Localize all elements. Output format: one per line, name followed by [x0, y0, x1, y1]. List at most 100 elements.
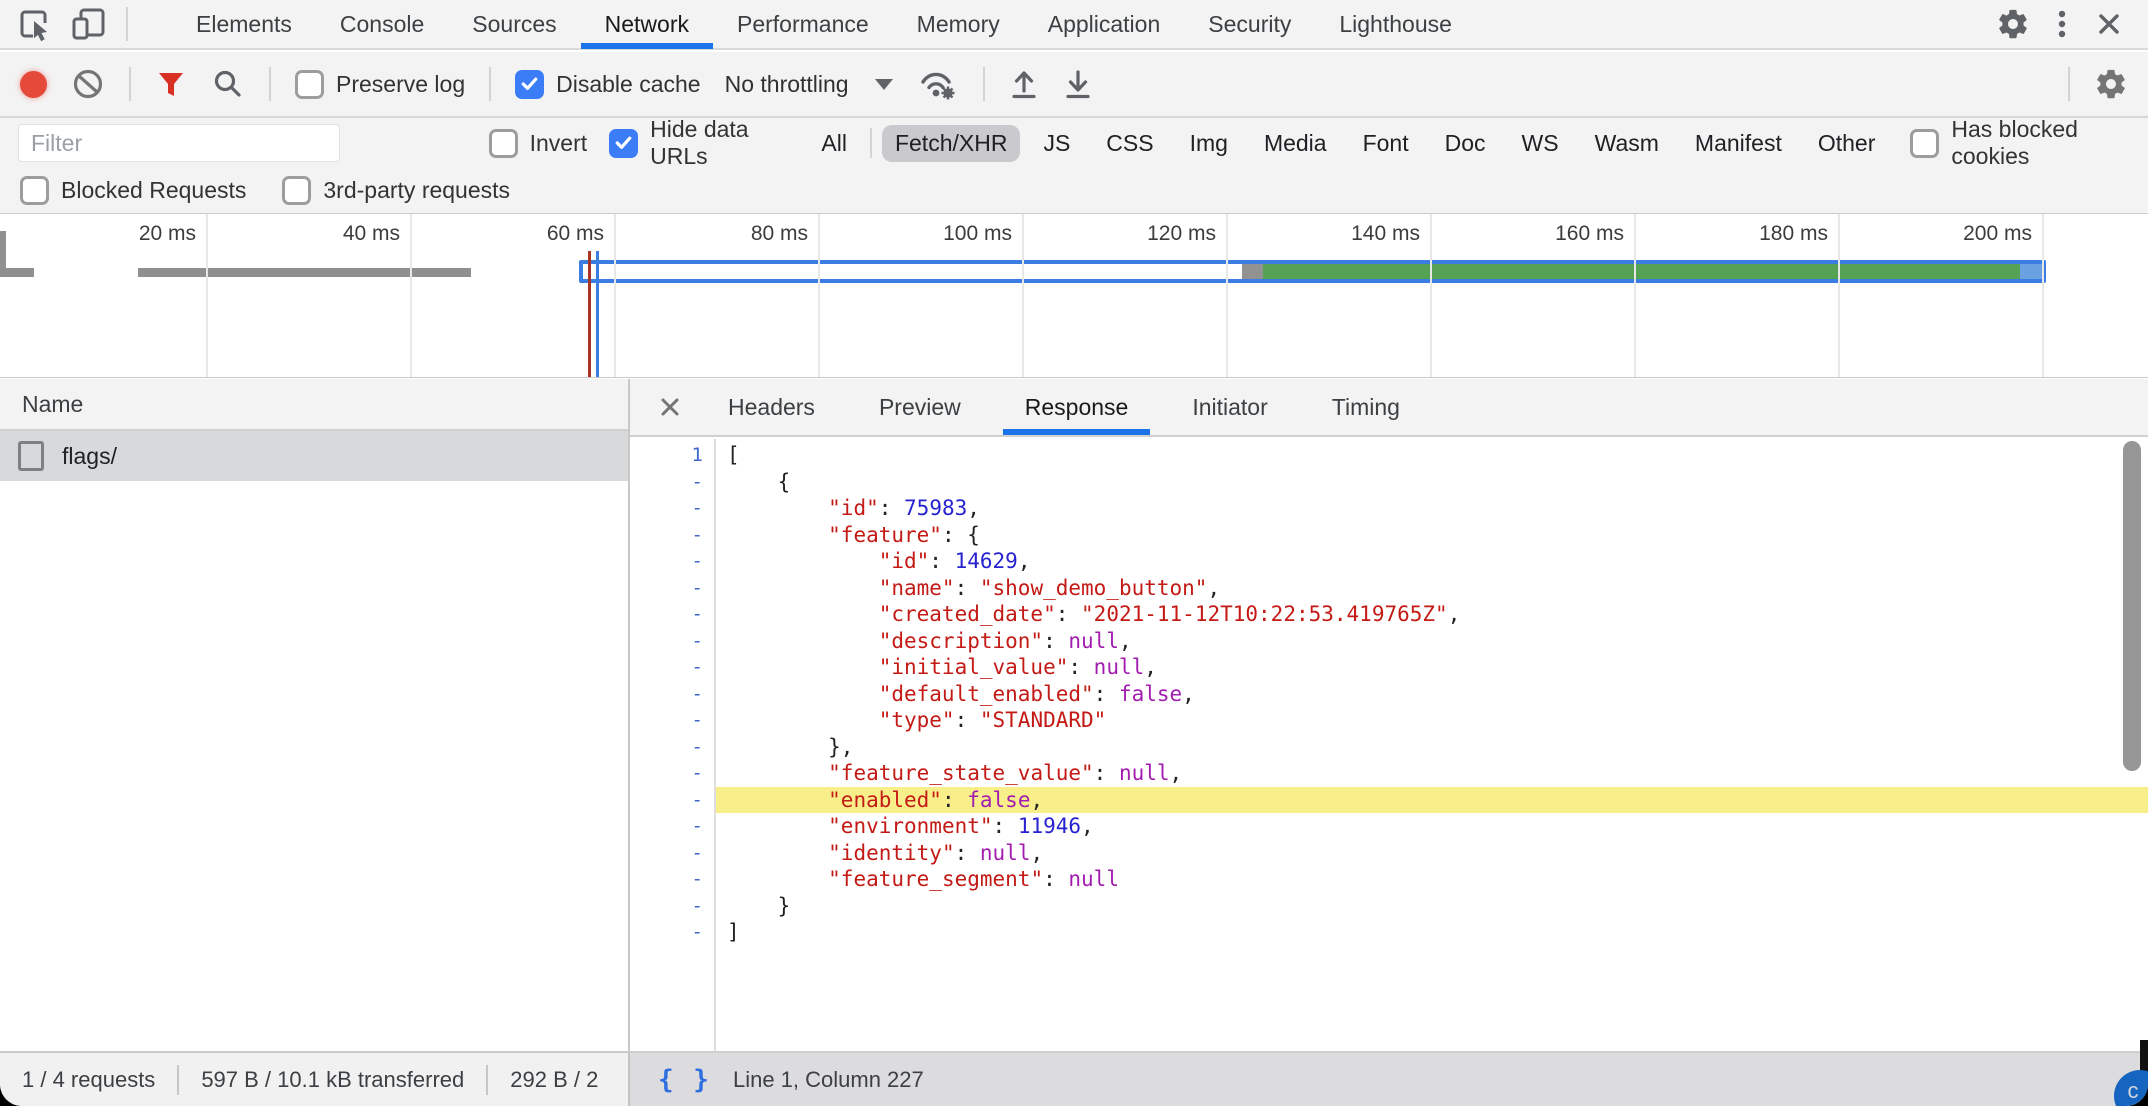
record-network-log-icon[interactable] — [20, 71, 47, 98]
has-blocked-cookies-checkbox[interactable]: Has blocked cookies — [1910, 116, 2130, 170]
type-filter-css[interactable]: CSS — [1093, 125, 1166, 162]
network-overview-timeline[interactable]: 20 ms40 ms60 ms80 ms100 ms120 ms140 ms16… — [0, 213, 2148, 378]
checkbox[interactable] — [489, 129, 518, 158]
type-filter-ws[interactable]: WS — [1509, 125, 1572, 162]
third-party-requests-checkbox[interactable]: 3rd-party requests — [282, 176, 510, 205]
checkbox[interactable] — [515, 70, 544, 99]
network-filter-bar-2: Blocked Requests 3rd-party requests — [0, 168, 2148, 213]
tab-network[interactable]: Network — [581, 0, 713, 49]
checkbox[interactable] — [295, 70, 324, 99]
third-party-requests-label: 3rd-party requests — [323, 177, 510, 204]
invert-checkbox[interactable]: Invert — [489, 129, 588, 158]
bar-segment-content — [1263, 264, 2020, 279]
tab-console[interactable]: Console — [316, 0, 448, 49]
export-har-icon[interactable] — [1063, 67, 1093, 101]
request-bar-grey — [0, 268, 34, 277]
divider — [870, 128, 872, 158]
code-line: - "feature_segment": null — [630, 866, 2148, 893]
code-line: - "type": "STANDARD" — [630, 707, 2148, 734]
tab-sources[interactable]: Sources — [448, 0, 580, 49]
tab-application[interactable]: Application — [1024, 0, 1185, 49]
ruler-gridline — [1634, 214, 1636, 377]
type-filter-font[interactable]: Font — [1350, 125, 1422, 162]
type-filter-img[interactable]: Img — [1177, 125, 1241, 162]
code-line: - "identity": null, — [630, 840, 2148, 867]
line-number-gutter — [630, 439, 716, 1051]
type-filter-doc[interactable]: Doc — [1432, 125, 1499, 162]
close-devtools-icon[interactable] — [2094, 9, 2124, 39]
blocked-requests-checkbox[interactable]: Blocked Requests — [20, 176, 246, 205]
type-filter-manifest[interactable]: Manifest — [1682, 125, 1795, 162]
code-text: [ — [716, 442, 2148, 469]
filter-icon[interactable] — [155, 68, 187, 100]
code-line: 1[ — [630, 442, 2148, 469]
tab-security[interactable]: Security — [1184, 0, 1315, 49]
type-filter-wasm[interactable]: Wasm — [1582, 125, 1672, 162]
preserve-log-checkbox[interactable]: Preserve log — [295, 70, 465, 99]
detail-tab-timing[interactable]: Timing — [1310, 379, 1422, 435]
status-bar: 1 / 4 requests597 B / 10.1 kB transferre… — [0, 1051, 2148, 1106]
throttling-select[interactable]: No throttling — [725, 71, 893, 98]
type-filter-all[interactable]: All — [808, 125, 860, 162]
import-har-icon[interactable] — [1009, 67, 1039, 101]
tab-elements[interactable]: Elements — [172, 0, 316, 49]
name-column-header[interactable]: Name — [0, 379, 628, 431]
checkbox[interactable] — [609, 129, 638, 158]
request-list-pane: Name flags/ — [0, 379, 630, 1051]
has-blocked-cookies-label: Has blocked cookies — [1951, 116, 2130, 170]
divider — [126, 7, 128, 41]
ruler-tick-label: 200 ms — [1882, 222, 2032, 246]
request-row-flags-[interactable]: flags/ — [0, 431, 628, 481]
network-conditions-icon[interactable] — [917, 66, 959, 102]
name-column-label: Name — [22, 391, 83, 418]
code-text: "identity": null, — [716, 840, 2148, 867]
settings-gear-icon[interactable] — [1996, 7, 2030, 41]
checkbox[interactable] — [282, 176, 311, 205]
filter-input[interactable] — [18, 124, 340, 162]
code-line: - "description": null, — [630, 628, 2148, 655]
request-detail-pane: Headers Preview Response Initiator Timing 1[… — [630, 379, 2148, 1051]
editor-status: { } Line 1, Column 227 — [630, 1051, 2148, 1106]
close-detail-icon[interactable] — [644, 379, 696, 435]
bar-segment-stalled — [1242, 264, 1263, 279]
device-toolbar-icon[interactable] — [70, 6, 108, 42]
type-filter-js[interactable]: JS — [1030, 125, 1083, 162]
type-filter-media[interactable]: Media — [1251, 125, 1340, 162]
pretty-print-icon[interactable]: { } — [658, 1065, 711, 1095]
kebab-menu-icon[interactable] — [2056, 6, 2068, 42]
detail-tab-initiator[interactable]: Initiator — [1170, 379, 1289, 435]
search-icon[interactable] — [211, 67, 245, 101]
disable-cache-checkbox[interactable]: Disable cache — [515, 70, 700, 99]
detail-tab-preview[interactable]: Preview — [857, 379, 983, 435]
ruler-gridline — [1430, 214, 1432, 377]
status-item: 292 B / 2 — [488, 1067, 620, 1093]
code-line: - "environment": 11946, — [630, 813, 2148, 840]
detail-tab-headers[interactable]: Headers — [706, 379, 837, 435]
tab-lighthouse[interactable]: Lighthouse — [1315, 0, 1476, 49]
detail-tab-response[interactable]: Response — [1003, 379, 1151, 435]
checkbox[interactable] — [20, 176, 49, 205]
type-filter-fetch-xhr[interactable]: Fetch/XHR — [882, 125, 1020, 162]
network-settings-gear-icon[interactable] — [2094, 67, 2128, 101]
bar-segment-end — [2020, 264, 2042, 279]
code-text: "feature": { — [716, 522, 2148, 549]
tab-memory[interactable]: Memory — [893, 0, 1024, 49]
vertical-scrollbar[interactable] — [2123, 441, 2141, 771]
response-code-viewer[interactable]: 1[- {- "id": 75983,- "feature": {- "id":… — [630, 439, 2148, 1051]
panel-tabs: ElementsConsoleSourcesNetworkPerformance… — [172, 0, 1476, 49]
code-line: - "name": "show_demo_button", — [630, 575, 2148, 602]
code-text: } — [716, 893, 2148, 920]
ruler-tick-label: 20 ms — [46, 222, 196, 246]
hide-data-urls-checkbox[interactable]: Hide data URLs — [609, 116, 786, 170]
clear-network-log-icon[interactable] — [71, 67, 105, 101]
ruler-tick-label: 60 ms — [454, 222, 604, 246]
code-text: "id": 14629, — [716, 548, 2148, 575]
type-filter-other[interactable]: Other — [1805, 125, 1889, 162]
inspect-element-icon[interactable] — [16, 6, 52, 42]
devtools-tabbar: ElementsConsoleSourcesNetworkPerformance… — [0, 0, 2148, 50]
code-text: "created_date": "2021-11-12T10:22:53.419… — [716, 601, 2148, 628]
file-icon — [18, 441, 44, 471]
checkbox[interactable] — [1910, 129, 1939, 158]
code-line: - "id": 14629, — [630, 548, 2148, 575]
tab-performance[interactable]: Performance — [713, 0, 893, 49]
